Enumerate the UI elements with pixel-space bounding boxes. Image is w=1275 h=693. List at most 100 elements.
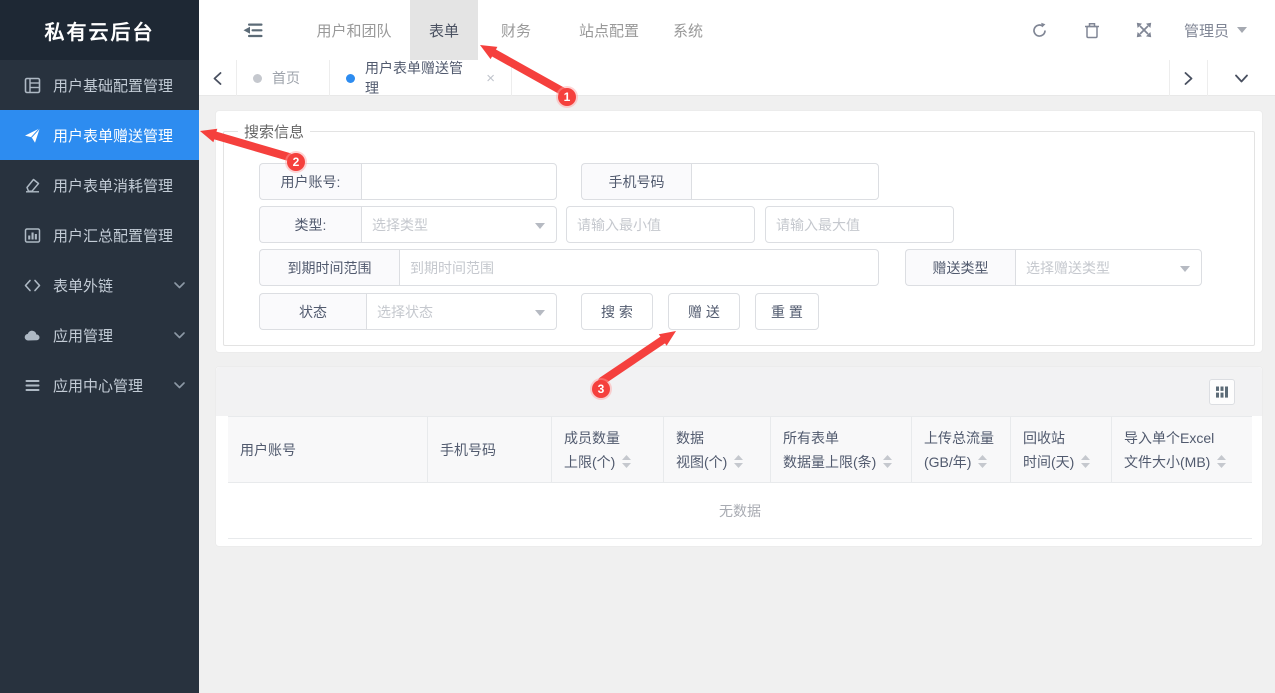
- sidebar-item-user-form-gift[interactable]: 用户表单赠送管理: [0, 110, 199, 160]
- status-field-group: 状态 选择状态: [259, 293, 557, 330]
- sort-icon[interactable]: [883, 455, 892, 468]
- chevron-down-icon: [1180, 266, 1190, 272]
- nav-item-forms[interactable]: 表单: [410, 0, 478, 60]
- column-subtitle: 时间(天): [1023, 450, 1074, 474]
- status-label: 状态: [259, 293, 366, 330]
- sidebar-item-label: 用户汇总配置管理: [53, 225, 173, 246]
- chevron-down-icon: [174, 332, 185, 339]
- column-header-account: 用户账号: [228, 417, 428, 482]
- chevron-down-icon: [174, 382, 185, 389]
- column-subtitle: 上限(个): [564, 450, 615, 474]
- gift-button[interactable]: 赠 送: [668, 293, 740, 330]
- eraser-icon: [24, 177, 41, 194]
- column-header-phone: 手机号码: [428, 417, 552, 482]
- chevron-down-icon: [1235, 74, 1248, 83]
- type-field-group: 类型: 选择类型: [259, 206, 557, 243]
- column-header-upload-traffic: 上传总流量 (GB/年): [912, 417, 1011, 482]
- max-value-input-wrap: [765, 206, 954, 243]
- account-input[interactable]: [362, 164, 556, 199]
- tabs-scroll-right-button[interactable]: [1169, 60, 1207, 96]
- sort-icon[interactable]: [622, 455, 631, 468]
- sidebar-item-app-center-management[interactable]: 应用中心管理: [0, 360, 199, 410]
- expire-range-field-group: 到期时间范围: [259, 249, 879, 286]
- nav-label: 站点配置: [579, 20, 639, 41]
- nav-item-site-config[interactable]: 站点配置: [564, 0, 654, 60]
- status-select-placeholder: 选择状态: [377, 302, 433, 322]
- sidebar-item-app-management[interactable]: 应用管理: [0, 310, 199, 360]
- tabs-menu-button[interactable]: [1207, 60, 1275, 96]
- tab-status-dot: [253, 74, 262, 83]
- app-window: 私有云后台 用户基础配置管理 用户表单赠送管理 用户表单消耗管理: [0, 0, 1275, 693]
- sidebar-collapse-button[interactable]: [233, 0, 273, 60]
- type-select-placeholder: 选择类型: [372, 215, 428, 235]
- type-select[interactable]: 选择类型: [361, 206, 557, 243]
- column-title: 所有表单: [783, 426, 907, 450]
- sidebar-item-user-base-config[interactable]: 用户基础配置管理: [0, 60, 199, 110]
- expire-range-input-wrap: [399, 249, 879, 286]
- tabs-scroll-left-button[interactable]: [199, 60, 237, 96]
- sidebar-item-label: 用户表单消耗管理: [53, 175, 173, 196]
- tab-user-form-gift[interactable]: 用户表单赠送管理 ×: [330, 60, 512, 96]
- sort-icon[interactable]: [734, 455, 743, 468]
- column-title: 数据: [676, 426, 766, 450]
- min-value-input[interactable]: [567, 207, 754, 242]
- column-title: 手机号码: [440, 438, 547, 462]
- tab-label: 首页: [272, 68, 300, 88]
- menu-lines-icon: [24, 377, 41, 394]
- trash-button[interactable]: [1066, 0, 1118, 60]
- chevron-left-icon: [213, 72, 222, 85]
- code-brackets-icon: [24, 277, 41, 294]
- expire-range-input[interactable]: [400, 250, 878, 285]
- admin-menu[interactable]: 管理员: [1170, 0, 1275, 60]
- column-subtitle: 数据量上限(条): [783, 450, 876, 474]
- app-logo: 私有云后台: [0, 0, 199, 60]
- nav-item-finance[interactable]: 财务: [485, 0, 547, 60]
- gift-type-field-group: 赠送类型 选择赠送类型: [905, 249, 1202, 286]
- paper-plane-icon: [24, 127, 41, 144]
- search-panel: 搜索信息 用户账号: 手机号码 类型: 选择类型: [215, 110, 1263, 353]
- account-input-wrap: [361, 163, 557, 200]
- nav-label: 用户和团队: [316, 20, 391, 41]
- fullscreen-button[interactable]: [1118, 0, 1170, 60]
- close-icon[interactable]: ×: [486, 71, 495, 86]
- page-tabs-bar: 首页 用户表单赠送管理 ×: [199, 60, 1275, 96]
- cloud-icon: [24, 327, 41, 344]
- phone-input[interactable]: [692, 164, 878, 199]
- expire-range-label: 到期时间范围: [259, 249, 399, 286]
- result-table-panel: 用户账号 手机号码 成员数量 上限(个) 数据 视图(个) 所有表单: [215, 366, 1263, 547]
- column-title: 用户账号: [240, 438, 423, 462]
- phone-input-wrap: [691, 163, 879, 200]
- top-header: 用户和团队 表单 财务 站点配置 系统 管理员: [199, 0, 1275, 60]
- sidebar-item-form-external-link[interactable]: 表单外链: [0, 260, 199, 310]
- gift-type-select[interactable]: 选择赠送类型: [1015, 249, 1202, 286]
- nav-item-system[interactable]: 系统: [657, 0, 719, 60]
- sort-icon[interactable]: [978, 455, 987, 468]
- search-button[interactable]: 搜 索: [581, 293, 653, 330]
- max-value-input[interactable]: [766, 207, 953, 242]
- chevron-down-icon: [535, 223, 545, 229]
- header-actions: 管理员: [1014, 0, 1275, 60]
- column-subtitle: 文件大小(MB): [1124, 450, 1210, 474]
- sidebar: 私有云后台 用户基础配置管理 用户表单赠送管理 用户表单消耗管理: [0, 0, 199, 693]
- refresh-button[interactable]: [1014, 0, 1066, 60]
- nav-item-users-teams[interactable]: 用户和团队: [299, 0, 409, 60]
- sort-icon[interactable]: [1081, 455, 1090, 468]
- type-label: 类型:: [259, 206, 361, 243]
- sidebar-item-label: 用户基础配置管理: [53, 75, 173, 96]
- sidebar-item-user-summary-config[interactable]: 用户汇总配置管理: [0, 210, 199, 260]
- data-table: 用户账号 手机号码 成员数量 上限(个) 数据 视图(个) 所有表单: [228, 416, 1252, 539]
- sort-icon[interactable]: [1217, 455, 1226, 468]
- search-legend: 搜索信息: [238, 121, 310, 142]
- tab-home[interactable]: 首页: [237, 60, 330, 96]
- column-settings-button[interactable]: [1209, 379, 1235, 405]
- gift-type-label: 赠送类型: [905, 249, 1015, 286]
- account-field-group: 用户账号:: [259, 163, 557, 200]
- account-label: 用户账号:: [259, 163, 361, 200]
- sidebar-item-user-form-consume[interactable]: 用户表单消耗管理: [0, 160, 199, 210]
- column-header-forms-data-limit: 所有表单 数据量上限(条): [771, 417, 912, 482]
- column-header-recycle-days: 回收站 时间(天): [1011, 417, 1112, 482]
- column-title: 导入单个Excel: [1124, 426, 1248, 450]
- table-toolbar: [216, 367, 1262, 416]
- status-select[interactable]: 选择状态: [366, 293, 557, 330]
- reset-button[interactable]: 重 置: [755, 293, 819, 330]
